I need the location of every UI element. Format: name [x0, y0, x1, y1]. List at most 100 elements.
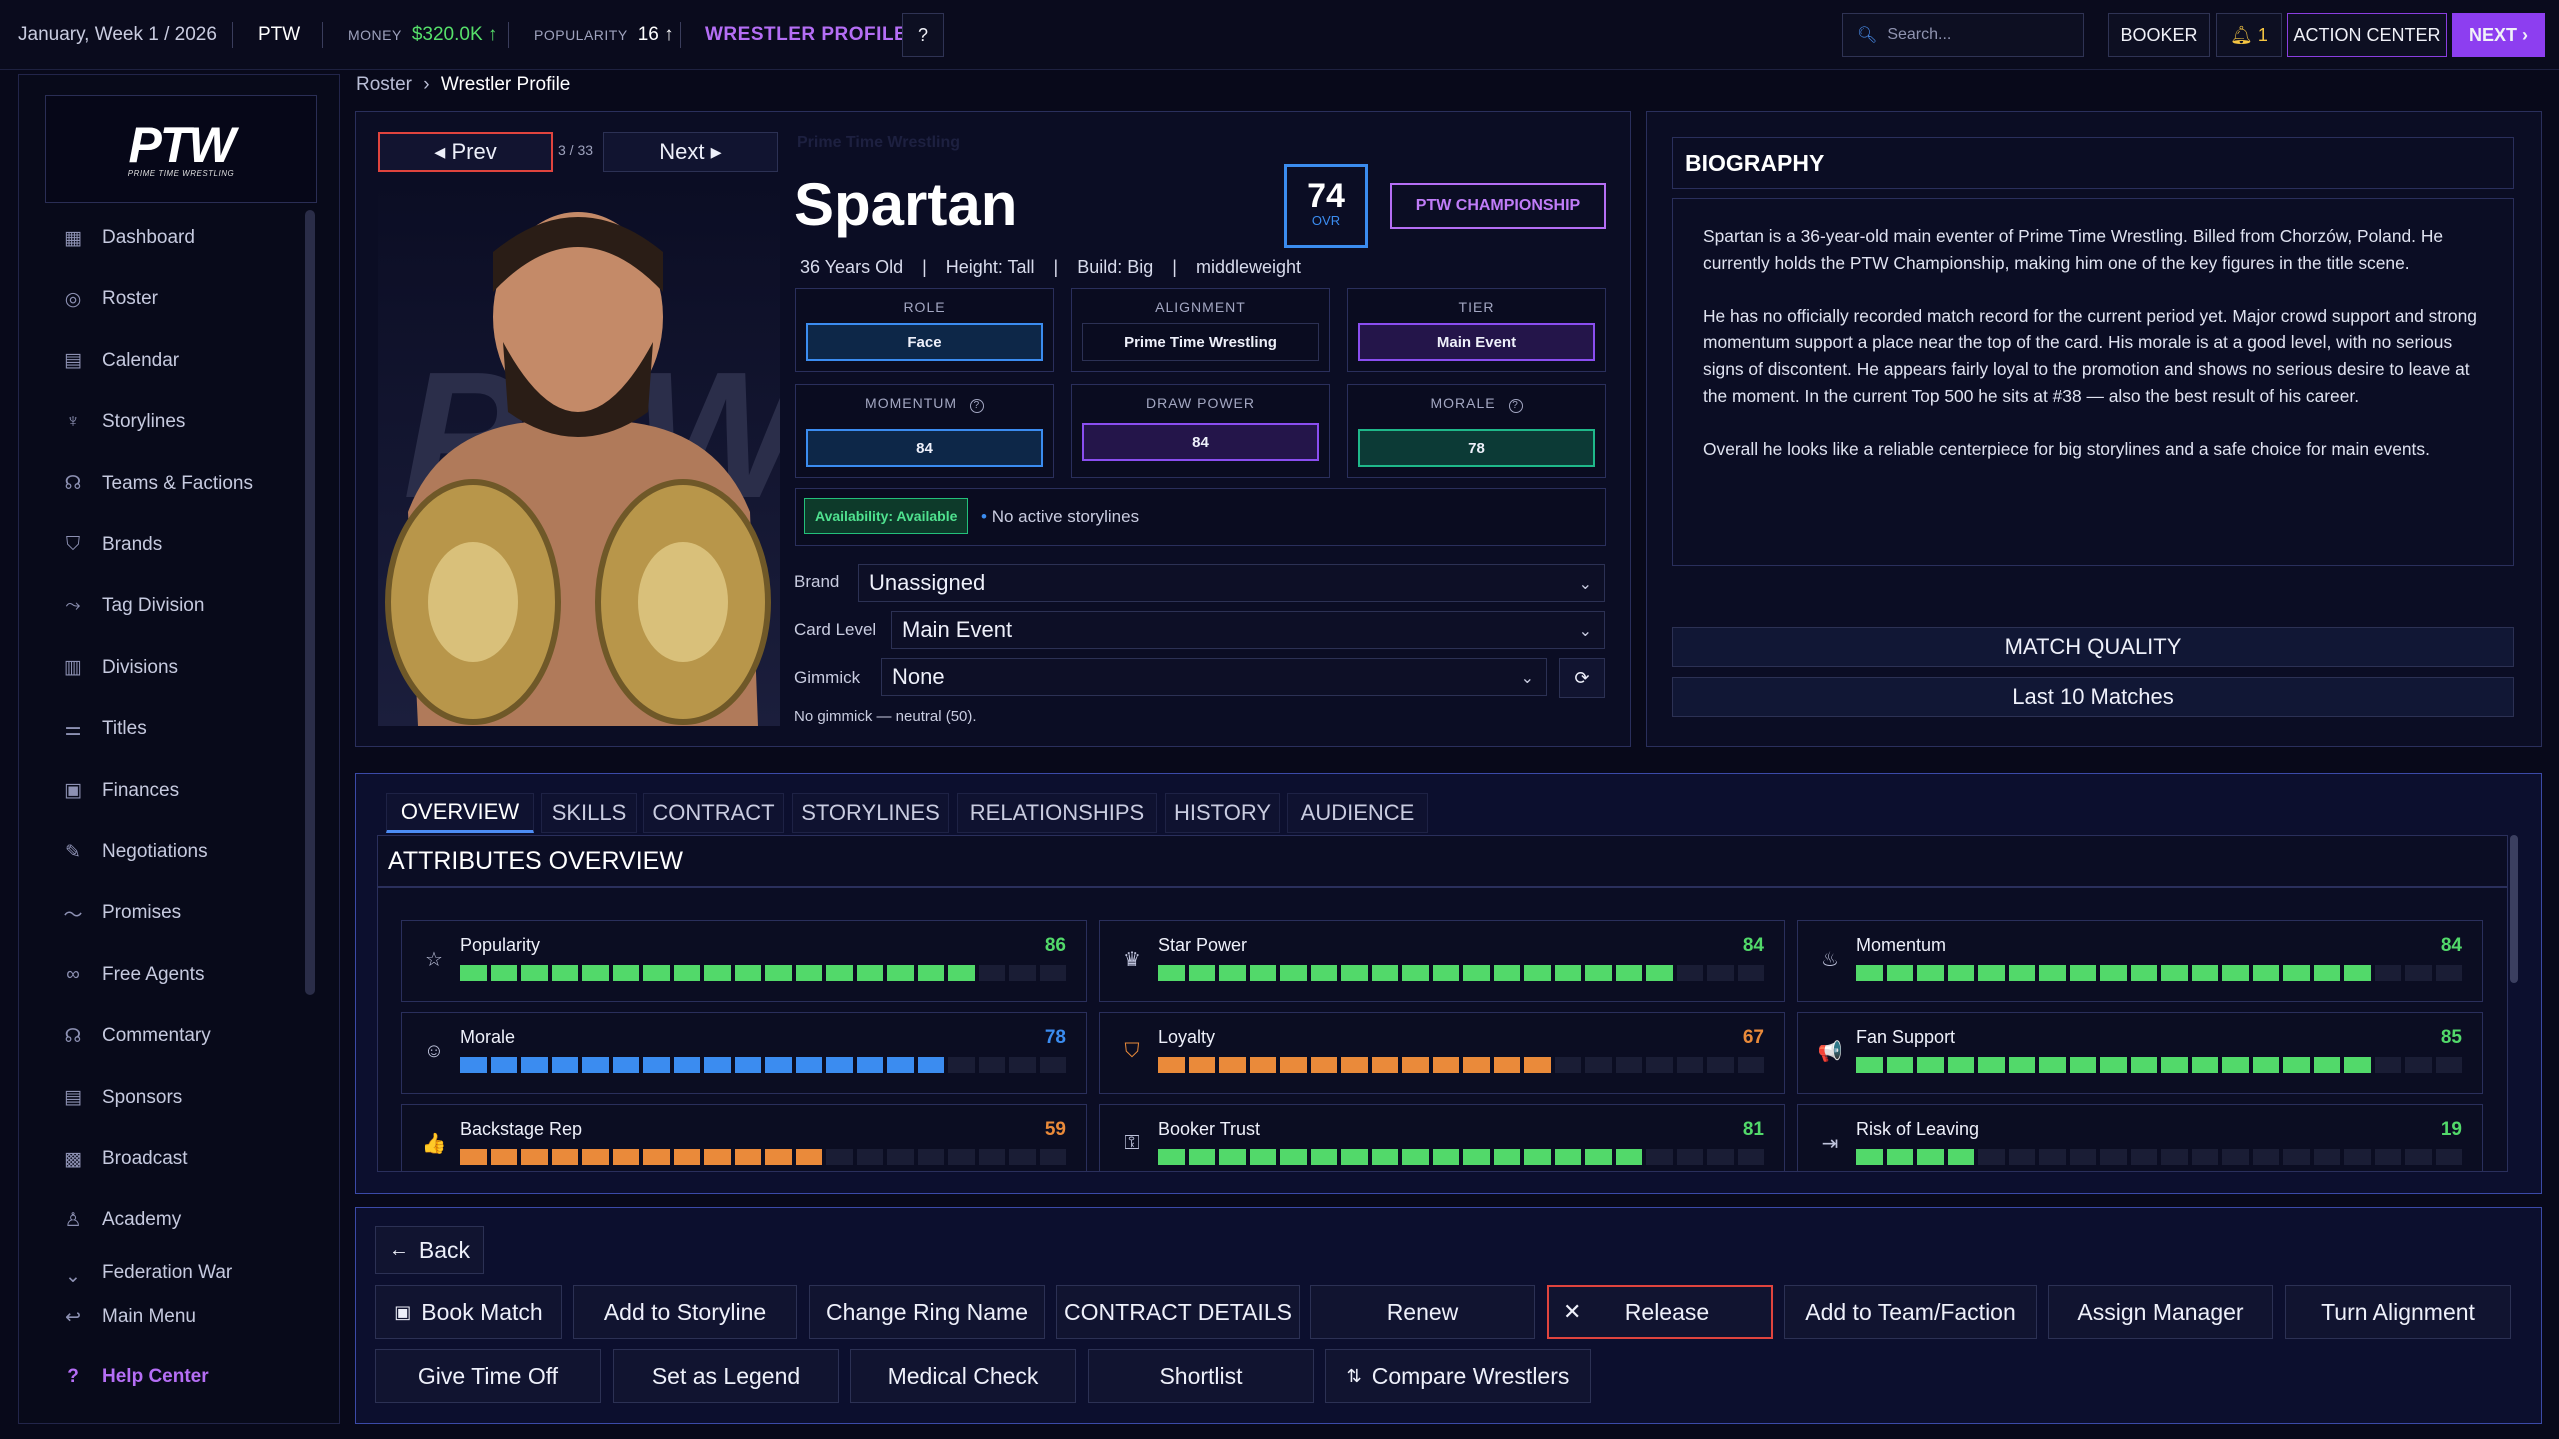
add-to-team-button[interactable]: Add to Team/Faction	[1784, 1285, 2037, 1339]
sidebar-item-finances[interactable]: ▣ Finances	[58, 771, 179, 811]
tab-skills[interactable]: SKILLS	[541, 793, 637, 833]
set-as-legend-button[interactable]: Set as Legend	[613, 1349, 839, 1403]
sidebar-scrollbar[interactable]	[305, 210, 315, 995]
promotion-name: PTW	[258, 24, 301, 45]
attribute-value: 84	[2440, 935, 2462, 956]
bar-segment	[917, 965, 944, 981]
booker-button[interactable]: BOOKER	[2108, 13, 2210, 57]
bar-segment	[2008, 1057, 2035, 1073]
bar-segment	[1158, 1149, 1185, 1165]
bar-segment	[2435, 965, 2462, 981]
bar-segment	[673, 1057, 700, 1073]
contract-details-button[interactable]: CONTRACT DETAILS	[1056, 1285, 1300, 1339]
notifications-button[interactable]: 🔔︎ 1	[2216, 13, 2282, 57]
attributes-scrollbar[interactable]	[2510, 835, 2518, 983]
ptw-logo[interactable]: PTW PRIME TIME WRESTLING	[45, 95, 317, 203]
info-icon[interactable]: ?	[1508, 399, 1523, 413]
tab-overview[interactable]: OVERVIEW	[386, 793, 534, 833]
sidebar-item-free-agents[interactable]: ∞ Free Agents	[58, 955, 204, 995]
sidebar-item-commentary[interactable]: ☊ Commentary	[58, 1016, 211, 1056]
gimmick-select[interactable]: None ⌄	[881, 658, 1547, 696]
bar-segment	[978, 965, 1005, 981]
sidebar-item-dashboard[interactable]: ▦ Dashboard	[58, 218, 195, 258]
shortlist-button[interactable]: Shortlist	[1088, 1349, 1314, 1403]
sidebar-item-teams-factions[interactable]: ☊ Teams & Factions	[58, 464, 253, 504]
card-level-select[interactable]: Main Event ⌄	[891, 611, 1605, 649]
sidebar-item-promises[interactable]: 〜 Promises	[58, 893, 181, 933]
return-icon: ↩	[65, 1306, 81, 1328]
add-to-storyline-button[interactable]: Add to Storyline	[573, 1285, 797, 1339]
draw-power-value: 84	[1082, 423, 1319, 461]
info-icon[interactable]: ?	[969, 399, 984, 413]
compare-wrestlers-button[interactable]: ⇅ Compare Wrestlers	[1325, 1349, 1591, 1403]
attribute-value: 78	[1044, 1027, 1066, 1048]
release-button[interactable]: ✕ Release	[1547, 1285, 1773, 1339]
help-center-link[interactable]: ? Help Center	[58, 1357, 208, 1397]
tab-relationships[interactable]: RELATIONSHIPS	[957, 793, 1157, 833]
sidebar-item-tag-division[interactable]: ⤳ Tag Division	[58, 586, 204, 626]
help-button[interactable]: ?	[902, 13, 944, 57]
tab-audience[interactable]: AUDIENCE	[1287, 793, 1428, 833]
bar-segment	[1886, 1149, 1913, 1165]
bar-segment	[2435, 1057, 2462, 1073]
attribute-bar	[1856, 1057, 2462, 1073]
bar-segment	[1463, 1149, 1490, 1165]
megaphone-icon: 📢	[1817, 1040, 1843, 1063]
bar-segment	[795, 1057, 822, 1073]
search-input[interactable]: 🔍︎ Search...	[1842, 13, 2084, 57]
sidebar-item-divisions[interactable]: ▥ Divisions	[58, 648, 178, 688]
medical-check-button[interactable]: Medical Check	[850, 1349, 1076, 1403]
key-icon: ⚿	[1124, 1131, 1140, 1154]
sidebar-item-calendar[interactable]: ▤ Calendar	[58, 341, 179, 381]
sidebar-item-brands[interactable]: ⛉ Brands	[58, 525, 162, 565]
championship-badge[interactable]: PTW CHAMPIONSHIP	[1390, 183, 1606, 229]
next-week-button[interactable]: NEXT ›	[2452, 13, 2545, 57]
attribute-star-power: ♛ Star Power 84	[1099, 920, 1785, 1002]
sidebar-item-academy[interactable]: ♙ Academy	[58, 1200, 181, 1240]
bar-segment	[795, 965, 822, 981]
bar-segment	[2039, 1057, 2066, 1073]
tab-storylines[interactable]: STORYLINES	[792, 793, 949, 833]
assign-manager-button[interactable]: Assign Manager	[2048, 1285, 2273, 1339]
compare-icon: ⇅	[1346, 1365, 1362, 1386]
sidebar-item-broadcast[interactable]: ▩ Broadcast	[58, 1139, 188, 1179]
sidebar-item-titles[interactable]: ⚌ Titles	[58, 709, 146, 749]
bar-segment	[2374, 965, 2401, 981]
breadcrumb-roster[interactable]: Roster	[356, 74, 412, 95]
sidebar-item-storylines[interactable]: ♆ Storylines	[58, 402, 186, 442]
attribute-backstage-rep: 👍 Backstage Rep 59	[401, 1104, 1087, 1171]
bar-segment	[1737, 1057, 1764, 1073]
action-center-button[interactable]: ACTION CENTER	[2287, 13, 2447, 57]
sidebar-item-negotiations[interactable]: ✎ Negotiations	[58, 832, 208, 872]
bar-segment	[2313, 965, 2340, 981]
brand-select[interactable]: Unassigned ⌄	[858, 564, 1605, 602]
change-ring-name-button[interactable]: Change Ring Name	[809, 1285, 1045, 1339]
sidebar-item-federation-war[interactable]: ⌄ Federation War	[58, 1262, 232, 1284]
renew-button[interactable]: Renew	[1310, 1285, 1535, 1339]
bar-segment	[734, 1057, 761, 1073]
book-match-button[interactable]: ▣ Book Match	[375, 1285, 562, 1339]
give-time-off-button[interactable]: Give Time Off	[375, 1349, 601, 1403]
prev-wrestler-button[interactable]: ◂ Prev	[378, 132, 553, 172]
match-quality-button[interactable]: MATCH QUALITY	[1672, 627, 2514, 667]
bar-segment	[2222, 1149, 2249, 1165]
bar-segment	[1371, 1057, 1398, 1073]
bar-segment	[1615, 1057, 1642, 1073]
bar-segment	[2283, 965, 2310, 981]
next-wrestler-button[interactable]: Next ▸	[603, 132, 778, 172]
refresh-gimmick-button[interactable]: ⟳	[1559, 658, 1605, 698]
tab-history[interactable]: HISTORY	[1165, 793, 1280, 833]
bar-segment	[1947, 965, 1974, 981]
main-menu-link[interactable]: ↩ Main Menu	[58, 1297, 196, 1337]
roster-icon: ◎	[64, 288, 82, 310]
back-button[interactable]: ← Back	[375, 1226, 484, 1274]
bar-segment	[1554, 965, 1581, 981]
turn-alignment-button[interactable]: Turn Alignment	[2285, 1285, 2511, 1339]
last-10-matches-button[interactable]: Last 10 Matches	[1672, 677, 2514, 717]
sidebar-item-roster[interactable]: ◎ Roster	[58, 279, 158, 319]
role-cell: ROLE Face	[795, 288, 1054, 372]
role-value[interactable]: Face	[806, 323, 1043, 361]
sidebar-item-sponsors[interactable]: ▤ Sponsors	[58, 1078, 182, 1118]
attributes-title: ATTRIBUTES OVERVIEW	[377, 835, 2508, 887]
tab-contract[interactable]: CONTRACT	[643, 793, 784, 833]
